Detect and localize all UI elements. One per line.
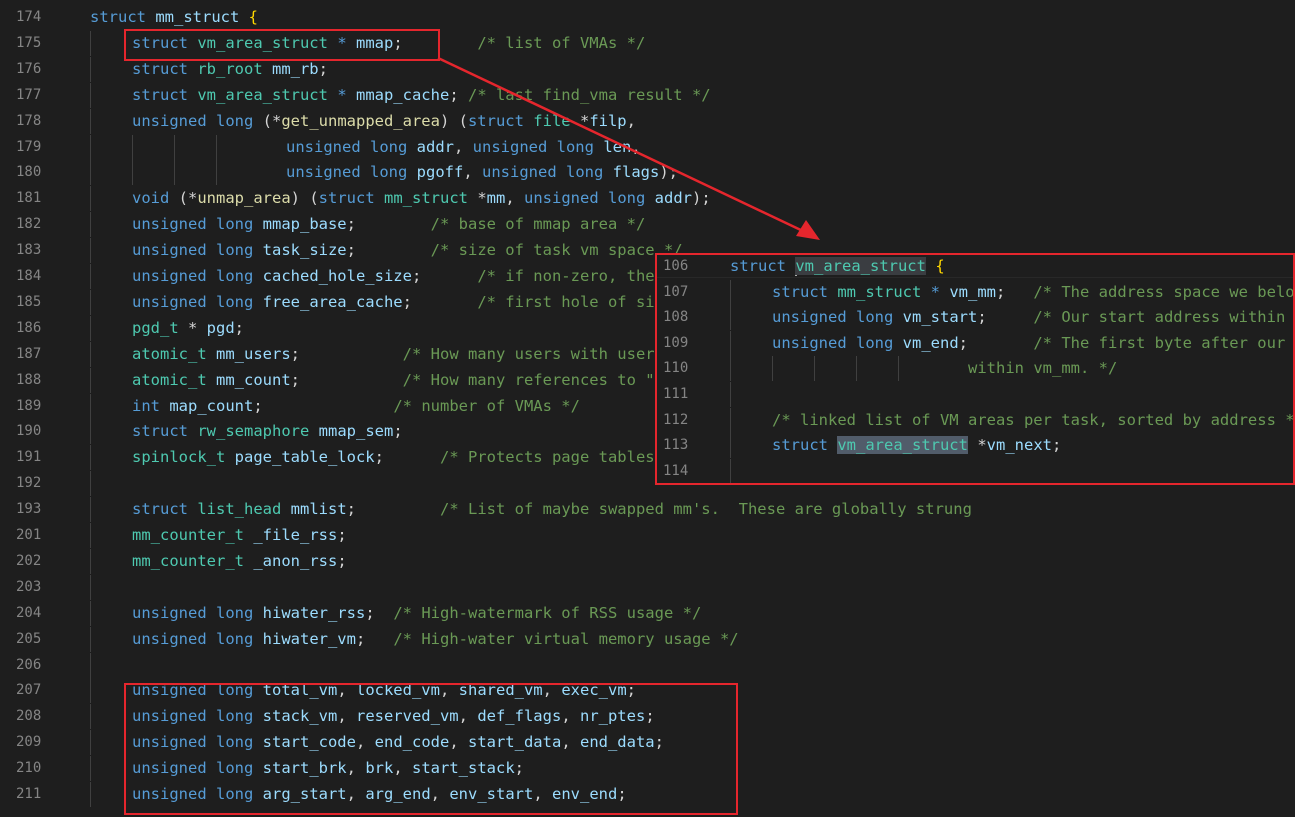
- annotation-arrow: [437, 56, 820, 240]
- code-editor[interactable]: 174 struct mm_struct {175 struct vm_area_s…: [0, 0, 1295, 817]
